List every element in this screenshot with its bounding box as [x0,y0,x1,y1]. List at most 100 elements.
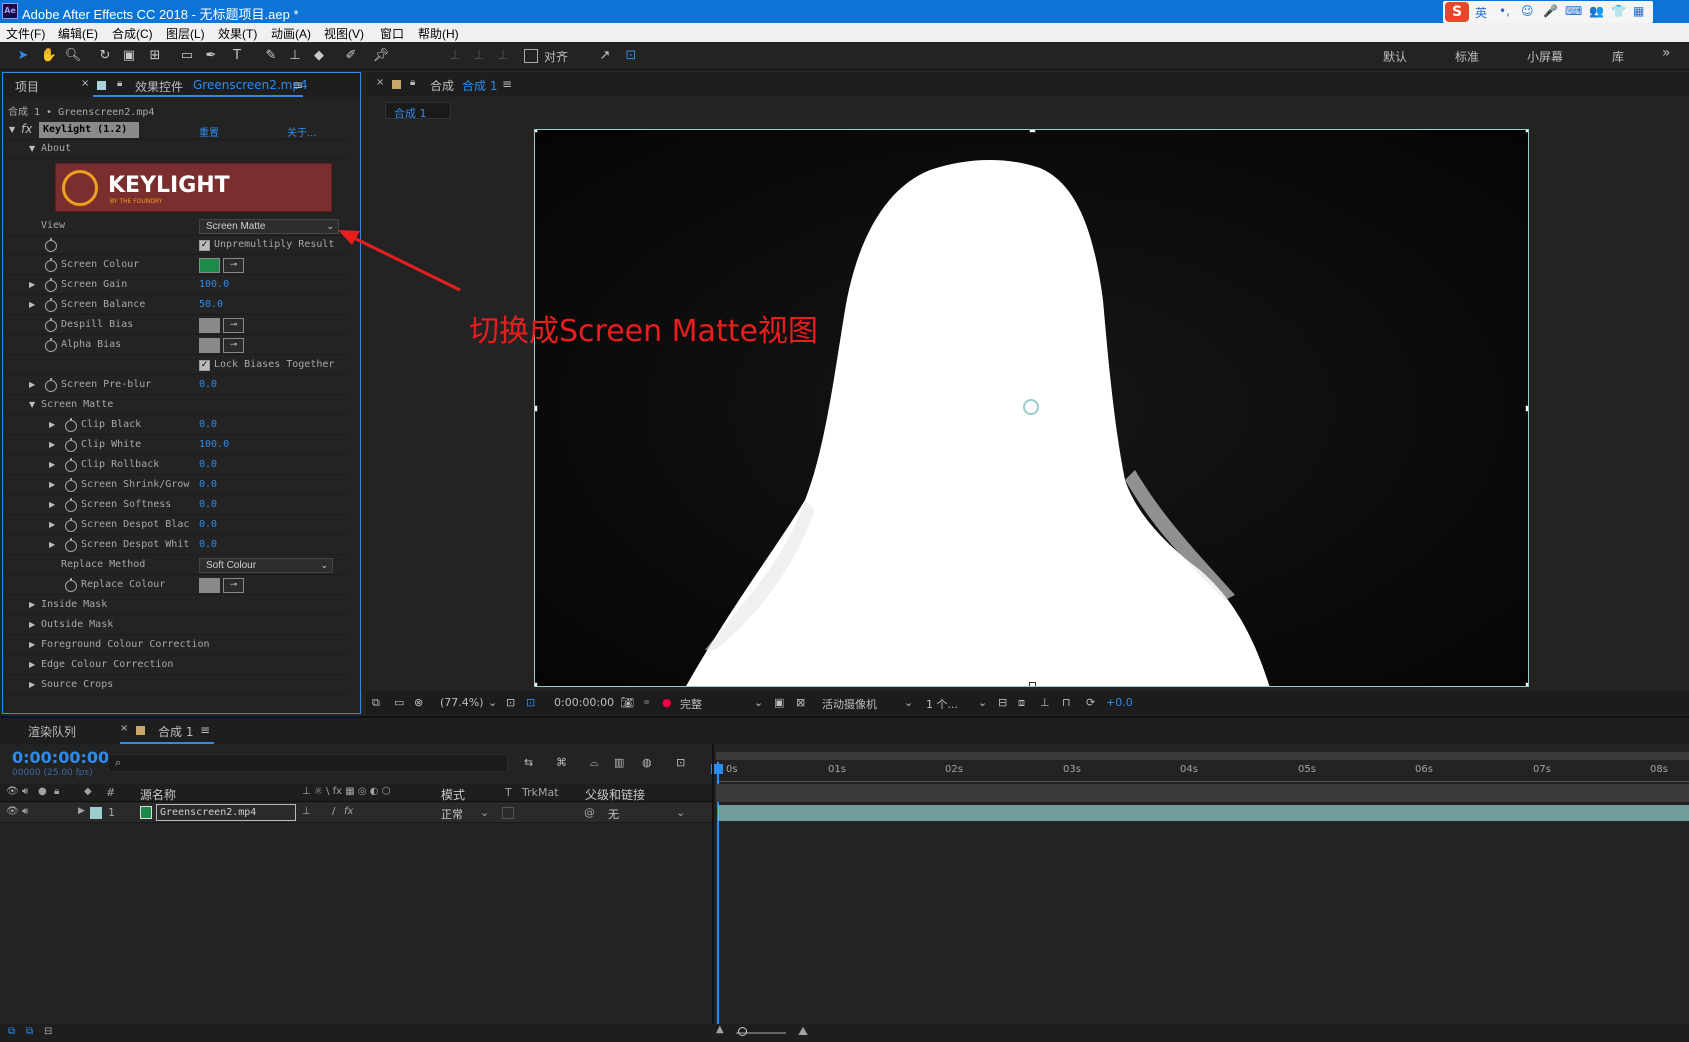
lock-icon[interactable]: 🔒︎ [410,77,415,88]
time-ruler[interactable]: 0s 01s 02s 03s 04s 05s 06s 07s 08s [716,762,1689,782]
edge-colour-correction-row[interactable]: ▶ Edge Colour Correction [3,656,346,675]
expand-icon[interactable]: ▶ [29,300,35,309]
screen-balance-value[interactable]: 50.0 [199,299,223,310]
stopwatch-icon[interactable] [65,478,77,492]
hand-tool-icon[interactable]: ✋ [40,47,58,65]
shy-layers-icon[interactable]: ⌓ [590,756,599,770]
expand-icon[interactable]: ▶ [49,500,55,509]
layer-duration-bar[interactable] [718,805,1689,821]
audio-toggle-icon[interactable]: 🔊︎ [22,806,28,817]
chevron-down-icon[interactable]: ⌄ [754,696,763,709]
close-tab-icon[interactable]: × [376,77,384,88]
keyboard-icon[interactable]: ⌨ [1565,4,1582,18]
vr-icon[interactable]: ⊗ [414,696,423,709]
expand-icon[interactable]: ▶ [49,480,55,489]
workspace-overflow-icon[interactable]: » [1662,45,1671,61]
menu-edit[interactable]: 编辑(E) [58,25,98,42]
chevron-down-icon[interactable]: ⌄ [480,806,489,819]
screen-shrink-grow-value[interactable]: 0.0 [199,479,217,490]
clip-rollback-value[interactable]: 0.0 [199,459,217,470]
flowchart-icon[interactable]: ⊓ [1062,696,1071,709]
grid-icon[interactable]: ▦ [1633,4,1644,18]
timeline-search-input[interactable]: ⌕ [108,754,508,772]
about-button[interactable]: 关于... [287,124,317,139]
current-time[interactable]: 0:00:00:00 [554,696,614,709]
motion-blur-icon[interactable]: ◍ [642,756,652,769]
clone-stamp-tool-icon[interactable]: ⊥ [286,47,304,65]
viewer-menu-icon[interactable]: ≡ [502,77,512,91]
expand-icon[interactable]: ▶ [29,280,35,289]
zoom-tool-icon[interactable]: 🔍︎ [64,47,82,65]
stopwatch-icon[interactable] [65,458,77,472]
stopwatch-icon[interactable] [65,438,77,452]
timeline-icon[interactable]: ⊥ [1040,696,1050,709]
source-crops-row[interactable]: ▶ Source Crops [3,676,346,695]
exposure-value[interactable]: +0.0 [1106,696,1133,709]
chevron-down-icon[interactable]: ⌄ [488,696,497,709]
playhead[interactable] [717,762,719,1042]
menu-effect[interactable]: 效果(T) [218,25,257,42]
chevron-down-icon[interactable]: ⌄ [904,696,913,709]
col-source-name[interactable]: 源名称 [140,786,176,803]
tab-project[interactable]: 项目 [15,78,39,95]
brush-tool-icon[interactable]: ✎ [262,47,280,65]
alpha-bias-swatch[interactable] [199,338,220,353]
pan-behind-tool-icon[interactable]: ⊞ [146,47,164,65]
exposure-icon[interactable]: ⟳ [1086,696,1095,709]
expand-icon[interactable]: ▶ [29,600,35,609]
replace-colour-swatch[interactable] [199,578,220,593]
region-of-interest-icon[interactable]: ▣ [774,696,784,709]
stopwatch-icon[interactable] [65,538,77,552]
work-area-bar[interactable] [716,752,1689,760]
type-tool-icon[interactable]: T [228,47,246,65]
clip-white-value[interactable]: 100.0 [199,439,229,450]
sogou-icon[interactable]: S [1445,2,1469,22]
viewer-canvas[interactable] [534,129,1529,687]
rotate-tool-icon[interactable]: ↻ [96,47,114,65]
about-group-row[interactable]: ▼ About [3,140,346,159]
view-dropdown[interactable]: Screen Matte ⌄ [199,219,339,234]
camera-dropdown[interactable]: 活动摄像机 [822,696,877,712]
emoji-icon[interactable]: ☺ [1521,4,1534,18]
stopwatch-icon[interactable] [45,238,57,252]
tab-effect-controls[interactable]: 效果控件 [135,78,183,95]
lock-biases-checkbox[interactable]: ✓ [199,360,210,371]
puppet-pin-tool-icon[interactable]: 📌︎ [372,47,390,65]
parent-dropdown[interactable]: 无 [608,806,619,822]
transform-handle[interactable] [535,682,538,686]
collapse-effect-icon[interactable]: ▼ [9,125,15,134]
chevron-down-icon[interactable]: ⌄ [676,806,685,819]
replace-method-dropdown[interactable]: Soft Colour ⌄ [199,558,333,573]
snap-target-icon[interactable]: ⊡ [622,47,640,65]
inside-mask-row[interactable]: ▶ Inside Mask [3,596,346,615]
stopwatch-icon[interactable] [45,338,57,352]
unpremultiply-checkbox[interactable]: ✓ [199,240,210,251]
zoom-in-icon[interactable]: ⛰︎ [798,1024,808,1039]
stopwatch-icon[interactable] [45,258,57,272]
stopwatch-icon[interactable] [45,278,57,292]
tab-composition[interactable]: 合成 1 [462,77,497,94]
expand-icon[interactable]: ▶ [29,640,35,649]
transform-handle[interactable] [1525,682,1528,686]
ime-lang[interactable]: 英 [1475,4,1487,21]
views-dropdown[interactable]: 1 个... [926,696,958,712]
screen-matte-group-row[interactable]: ▼ Screen Matte [3,396,346,415]
expand-icon[interactable]: ▶ [49,520,55,529]
shy-switch-icon[interactable]: ⊥ [302,806,311,817]
close-tab-icon[interactable]: × [120,723,128,734]
effect-name[interactable]: Keylight (1.2) [39,122,139,138]
world-axis-icon[interactable]: ⊥ [470,47,488,65]
mic-icon[interactable]: 🎤 [1543,4,1558,18]
zoom-slider-thumb[interactable] [738,1027,747,1036]
transform-handle[interactable] [1029,130,1036,133]
expand-icon[interactable]: ▶ [49,540,55,549]
rectangle-tool-icon[interactable]: ▭ [178,47,196,65]
pen-tool-icon[interactable]: ✒ [202,47,220,65]
resolution-icon[interactable]: ⊡ [506,696,515,709]
timeline-timecode[interactable]: 0:00:00:00 [12,748,109,767]
screen-gain-value[interactable]: 100.0 [199,279,229,290]
layer-row[interactable]: 👁︎ 🔊︎ ▶ 1 Greenscreen2.mp4 ⊥ / fx 正常 ⌄ @… [0,803,712,823]
timing-icon[interactable]: ⊟ [44,1026,52,1037]
zoom-dropdown[interactable]: (77.4%) [440,696,484,709]
transform-handle[interactable] [535,130,538,133]
